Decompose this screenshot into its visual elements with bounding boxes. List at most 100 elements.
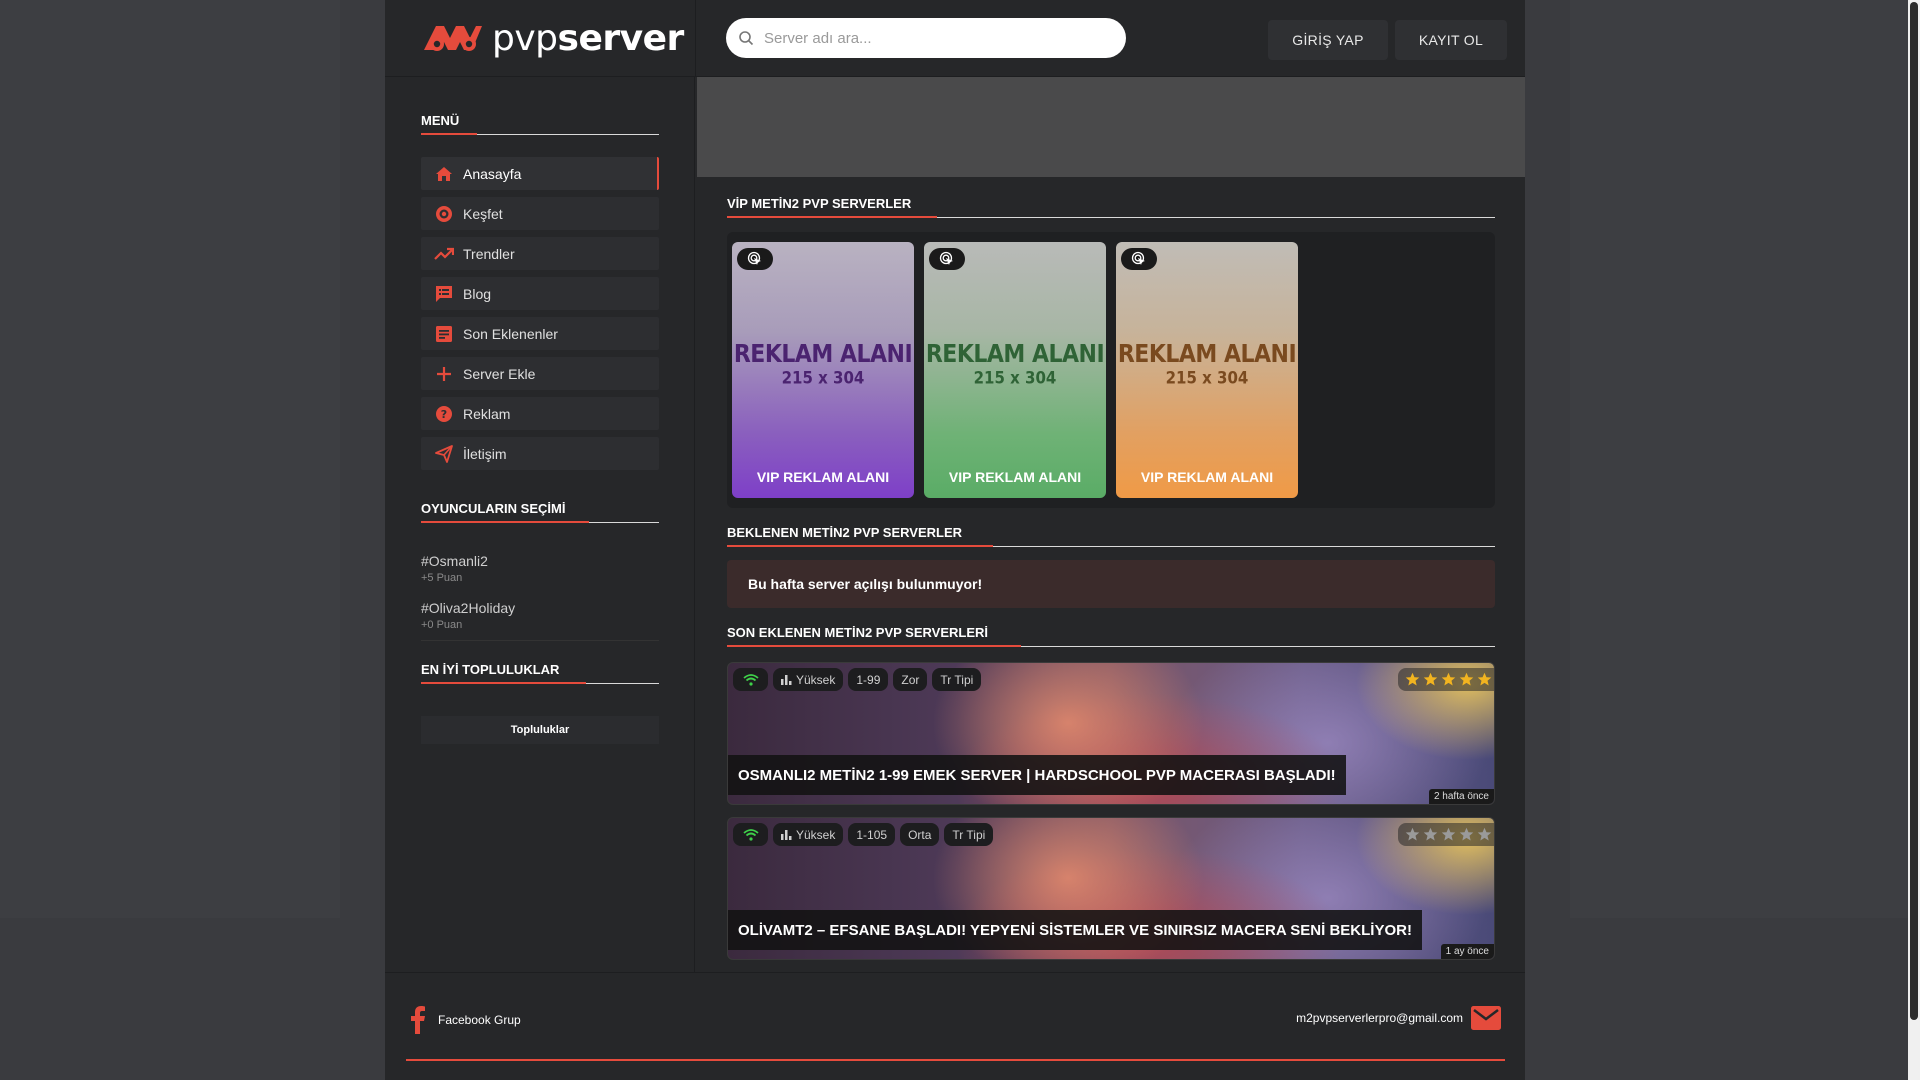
online-status-badge (733, 668, 768, 691)
expected-section-title: BEKLENEN METİN2 PVP SERVERLER (727, 525, 1495, 547)
click-icon (1121, 248, 1157, 270)
choice-item[interactable]: #Osmanli2 +5 Puan (421, 553, 659, 584)
sidebar-item-label: Server Ekle (463, 365, 536, 382)
communities-title: EN İYİ TOPLULUKLAR (421, 662, 659, 684)
star-icon (1458, 827, 1474, 843)
star-icon (1422, 827, 1438, 843)
scrollbar[interactable] (1908, 0, 1920, 1080)
difficulty-badge: Orta (900, 823, 940, 846)
header: pvpserver GİRİŞ YAP KAYIT OL (385, 0, 1525, 77)
email-label: m2pvpserverlerpro@gmail.com (1296, 1011, 1463, 1025)
wifi-icon (742, 828, 759, 841)
sidebar-item-label: Blog (463, 285, 492, 302)
sidebar-item-kesfet[interactable]: Keşfet (421, 197, 659, 230)
server-time: 1 ay önce (1440, 944, 1494, 959)
trending-up-icon (433, 244, 455, 264)
type-badge: Tr Tipi (932, 668, 982, 691)
star-icon (1404, 672, 1420, 688)
footer-accent-line (406, 1059, 1505, 1061)
page-container: pvpserver GİRİŞ YAP KAYIT OL MENÜ Anasay… (385, 0, 1525, 1080)
menu-title: MENÜ (421, 113, 659, 135)
online-status-badge (733, 823, 768, 846)
header-divider (695, 0, 696, 77)
vip-ad-placeholder-size: 215 x 304 (1165, 367, 1249, 389)
logo-mark-icon (424, 26, 482, 51)
top-ad-banner[interactable] (697, 77, 1525, 177)
home-icon (433, 164, 455, 184)
players-choice-title: OYUNCULARIN SEÇİMİ (421, 501, 659, 523)
svg-text:?: ? (441, 408, 447, 421)
sidebar: MENÜ Anasayfa Keşfet Trendler Blog Son E… (385, 77, 695, 972)
choice-points: +0 Puan (421, 619, 463, 631)
vip-ad-label: VIP REKLAM ALANI (1140, 469, 1274, 485)
star-icon (1476, 672, 1492, 688)
vip-ad-card[interactable]: REKLAM ALANI 215 x 304 VIP REKLAM ALANI (924, 242, 1106, 498)
right-background (1570, 0, 1908, 918)
sidebar-item-trendler[interactable]: Trendler (421, 237, 659, 270)
register-button[interactable]: KAYIT OL (1395, 20, 1507, 60)
star-icon (1440, 827, 1456, 843)
vip-ad-card[interactable]: REKLAM ALANI 215 x 304 VIP REKLAM ALANI (1116, 242, 1298, 498)
choice-name: #Oliva2Holiday (421, 600, 516, 616)
wifi-icon (742, 673, 759, 686)
sidebar-item-server-ekle[interactable]: Server Ekle (421, 357, 659, 390)
click-icon (737, 248, 773, 270)
send-icon (433, 444, 455, 464)
server-badges: Yüksek 1-99 Zor Tr Tipi (733, 668, 982, 691)
vip-ad-placeholder-size: 215 x 304 (973, 367, 1057, 389)
level-badge: 1-99 (848, 668, 889, 691)
choice-item[interactable]: #Oliva2Holiday +0 Puan (421, 600, 659, 631)
article-icon (433, 284, 455, 304)
level-badge: 1-105 (848, 823, 896, 846)
star-icon (1476, 827, 1492, 843)
rating-stars (1398, 668, 1494, 691)
vip-ad-placeholder-title: REKLAM ALANI (1117, 340, 1297, 369)
left-background (0, 0, 340, 918)
star-icon (1458, 672, 1474, 688)
facebook-group-link[interactable]: Facebook Grup (410, 1006, 521, 1034)
facebook-icon (411, 1006, 425, 1034)
menu-list: Anasayfa Keşfet Trendler Blog Son Eklene… (421, 157, 659, 477)
sidebar-item-anasayfa[interactable]: Anasayfa (421, 157, 659, 190)
choice-points: +5 Puan (421, 572, 463, 584)
rate-badge: Yüksek (773, 668, 844, 691)
bar-chart-icon (781, 675, 792, 685)
search-box[interactable] (726, 18, 1126, 58)
login-button[interactable]: GİRİŞ YAP (1268, 20, 1388, 60)
rate-label: Yüksek (796, 827, 836, 842)
sidebar-item-blog[interactable]: Blog (421, 277, 659, 310)
rate-badge: Yüksek (773, 823, 844, 846)
plus-icon (433, 364, 455, 384)
difficulty-badge: Zor (893, 668, 928, 691)
email-link[interactable]: m2pvpserverlerpro@gmail.com (1296, 1006, 1501, 1030)
sidebar-item-label: Anasayfa (463, 165, 522, 182)
scrollbar-thumb[interactable] (1910, 2, 1918, 1020)
bar-chart-icon (781, 830, 792, 840)
logo[interactable]: pvpserver (422, 18, 684, 59)
latest-section-title: SON EKLENEN METİN2 PVP SERVERLERİ (727, 625, 1495, 647)
choice-name: #Osmanli2 (421, 553, 488, 569)
target-icon (433, 204, 455, 224)
vip-ad-card[interactable]: REKLAM ALANI 215 x 304 VIP REKLAM ALANI (732, 242, 914, 498)
sidebar-item-son-eklenenler[interactable]: Son Eklenenler (421, 317, 659, 350)
click-icon (929, 248, 965, 270)
vip-section-title: VİP METİN2 PVP SERVERLER (727, 196, 1495, 218)
mail-icon (1471, 1006, 1501, 1030)
server-title: OSMANLI2 METİN2 1-99 EMEK SERVER | HARDS… (728, 755, 1346, 795)
vip-ad-label: VIP REKLAM ALANI (756, 469, 890, 485)
sidebar-item-label: Keşfet (463, 205, 503, 222)
server-card[interactable]: Yüksek 1-105 Orta Tr Tipi OLİVAMT2 – EFS… (727, 817, 1495, 960)
no-servers-notice: Bu hafta server açılışı bulunmuyor! (727, 560, 1495, 608)
search-icon (739, 31, 754, 46)
server-title: OLİVAMT2 – EFSANE BAŞLADI! YEPYENİ SİSTE… (728, 910, 1422, 950)
rate-label: Yüksek (796, 672, 836, 687)
search-input[interactable] (764, 29, 1104, 47)
document-icon (433, 324, 455, 344)
server-card[interactable]: Yüksek 1-99 Zor Tr Tipi OSMANLI2 METİN2 … (727, 662, 1495, 805)
vip-ad-label: VIP REKLAM ALANI (948, 469, 1082, 485)
sidebar-item-label: Son Eklenenler (463, 325, 558, 342)
communities-button[interactable]: Topluluklar (421, 716, 659, 744)
vip-carousel: REKLAM ALANI 215 x 304 VIP REKLAM ALANI … (727, 232, 1495, 508)
sidebar-item-iletisim[interactable]: İletişim (421, 437, 659, 470)
sidebar-item-reklam[interactable]: ? Reklam (421, 397, 659, 430)
